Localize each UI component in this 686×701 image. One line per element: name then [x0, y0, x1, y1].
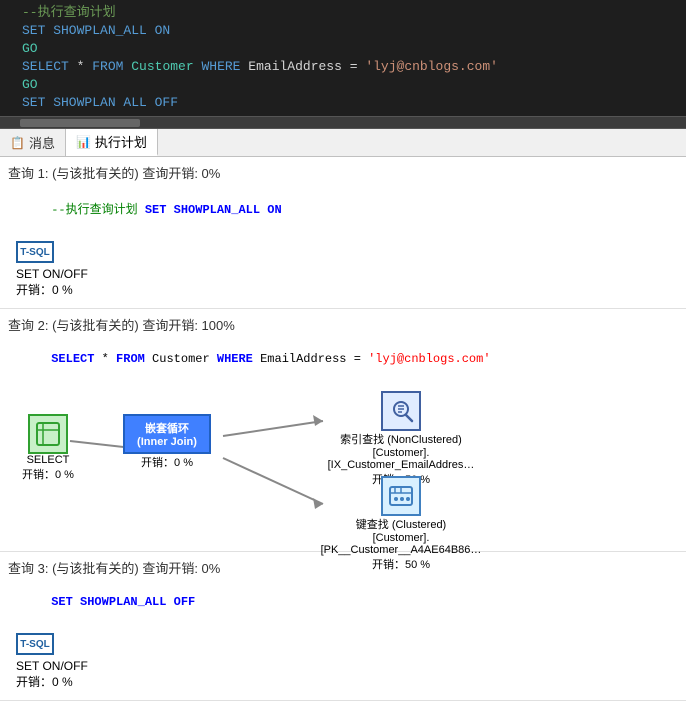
query-3-sql: SET SHOWPLAN_ALL OFF [8, 581, 678, 623]
code-line-3: GO [0, 40, 686, 58]
loop-node[interactable]: 嵌套循环 (Inner Join) 开销：0 % [123, 414, 211, 470]
loop-cost: 开销：0 % [123, 454, 211, 470]
messages-icon: 📋 [10, 136, 25, 150]
code-text: GO [18, 40, 38, 58]
select-cost: 开销：0 % [22, 466, 74, 482]
tsql-badge-1: T-SQL [16, 241, 54, 263]
tsql-badge-3: T-SQL [16, 633, 54, 655]
code-text: SET SHOWPLAN ALL OFF [18, 94, 178, 112]
code-editor: --执行查询计划 SET SHOWPLAN_ALL ON GO SELECT *… [0, 0, 686, 117]
select-label: SELECT [27, 454, 70, 466]
index-icon [381, 391, 421, 431]
tab-plan-label: 执行计划 [95, 132, 147, 151]
tab-messages-label: 消息 [29, 133, 55, 152]
query-2-sql: SELECT * FROM Customer WHERE EmailAddres… [8, 338, 678, 380]
tab-execution-plan[interactable]: 📊 执行计划 [66, 129, 158, 156]
scrollbar-thumb[interactable] [20, 119, 140, 127]
tab-bar: 📋 消息 📊 执行计划 [0, 129, 686, 157]
select-icon [28, 414, 68, 454]
code-line-2: SET SHOWPLAN_ALL ON [0, 22, 686, 40]
index-label: 索引查找 (NonClustered) [340, 431, 462, 447]
select-svg [35, 421, 61, 447]
select-node: SELECT 开销：0 % [22, 414, 74, 482]
loop-sublabel: (Inner Join) [131, 436, 203, 448]
key-sublabel: [Customer].[PK__Customer__A4AE64B86… [316, 532, 486, 556]
key-lookup-node: 键查找 (Clustered) [Customer].[PK__Customer… [316, 476, 486, 572]
key-cost: 开销：50 % [372, 556, 430, 572]
query-1-plan: T-SQL SET ON/OFF 开销：0 % [8, 237, 678, 302]
tab-messages[interactable]: 📋 消息 [0, 129, 66, 156]
plan-diagram: SELECT 开销：0 % 嵌套循环 (Inner Join) 开销：0 % [8, 386, 678, 541]
index-svg [388, 398, 414, 424]
key-icon [381, 476, 421, 516]
plan-icon: 📊 [76, 135, 91, 149]
code-line-5: GO [0, 76, 686, 94]
results-area: 查询 1: (与该批有关的) 查询开销: 0% --执行查询计划 SET SHO… [0, 157, 686, 701]
query-1-node-label: SET ON/OFF [16, 267, 670, 281]
index-sublabel: [Customer].[IX_Customer_EmailAddres… [316, 447, 486, 471]
query-2-header: 查询 2: (与该批有关的) 查询开销: 100% [8, 315, 678, 334]
loop-box[interactable]: 嵌套循环 (Inner Join) [123, 414, 211, 454]
code-text: SELECT * FROM Customer WHERE EmailAddres… [18, 58, 498, 76]
key-label: 键查找 (Clustered) [356, 516, 446, 532]
code-line-6: SET SHOWPLAN ALL OFF [0, 94, 686, 112]
code-text: GO [18, 76, 38, 94]
code-comment: --执行查询计划 [18, 4, 116, 22]
horizontal-scrollbar[interactable] [0, 117, 686, 129]
key-svg [388, 483, 414, 509]
code-line-4: SELECT * FROM Customer WHERE EmailAddres… [0, 58, 686, 76]
query-1-sql: --执行查询计划 SET SHOWPLAN_ALL ON [8, 186, 678, 231]
query-2-section: 查询 2: (与该批有关的) 查询开销: 100% SELECT * FROM … [0, 309, 686, 552]
query-3-node-label: SET ON/OFF [16, 659, 670, 673]
query-3-plan: T-SQL SET ON/OFF 开销：0 % [8, 629, 678, 694]
query-1-header: 查询 1: (与该批有关的) 查询开销: 0% [8, 163, 678, 182]
code-text: SET SHOWPLAN_ALL ON [18, 22, 170, 40]
query-1-cost: 开销：0 % [16, 281, 670, 298]
loop-label: 嵌套循环 [131, 420, 203, 436]
code-line-1: --执行查询计划 [0, 4, 686, 22]
query-1-section: 查询 1: (与该批有关的) 查询开销: 0% --执行查询计划 SET SHO… [0, 157, 686, 309]
query-3-cost: 开销：0 % [16, 673, 670, 690]
query-3-section: 查询 3: (与该批有关的) 查询开销: 0% SET SHOWPLAN_ALL… [0, 552, 686, 701]
index-seek-node: 索引查找 (NonClustered) [Customer].[IX_Custo… [316, 391, 486, 487]
